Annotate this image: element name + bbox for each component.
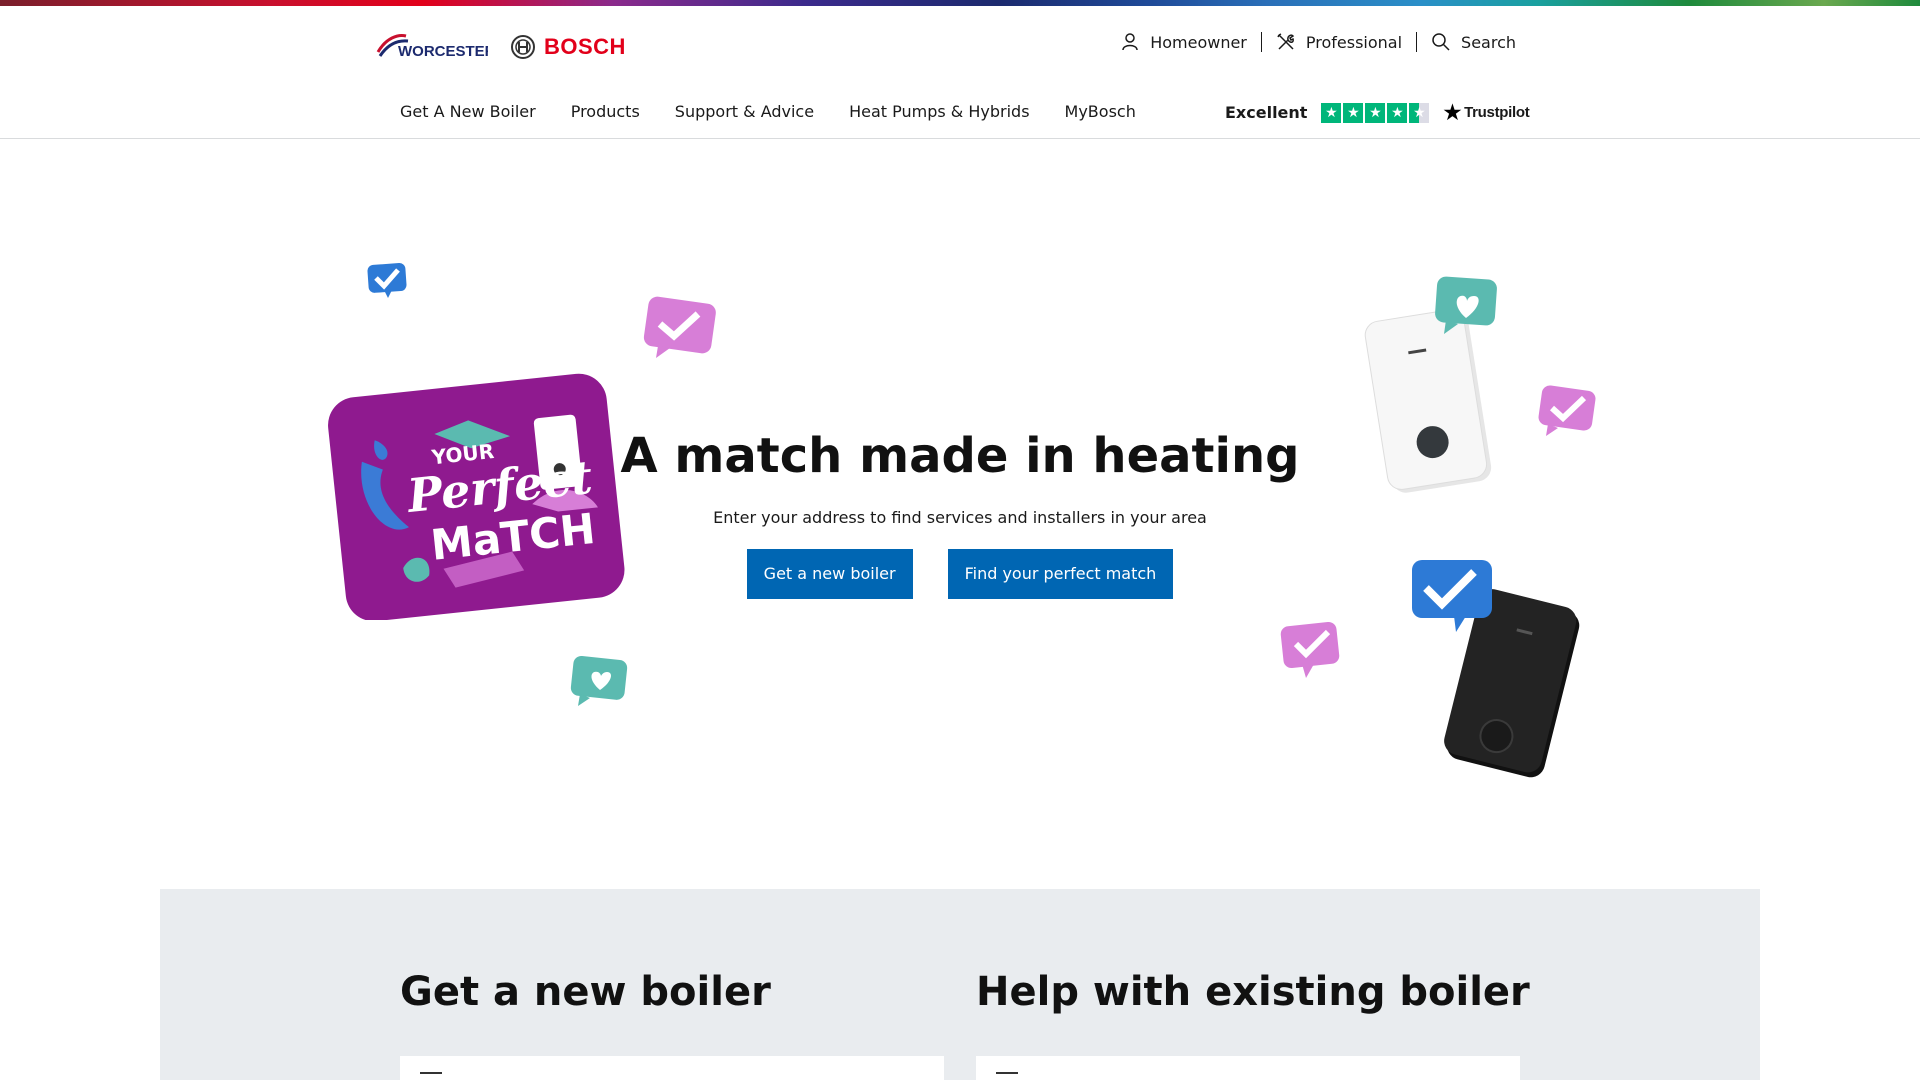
boiler-help-panel: Get a new boiler Help with existing boil… <box>160 889 1760 1080</box>
half-star-icon: ★ <box>1409 102 1430 123</box>
list-icon <box>996 1072 1018 1080</box>
bosch-armature-icon <box>511 35 535 59</box>
homeowner-label: Homeowner <box>1150 32 1247 52</box>
list-icon <box>420 1072 442 1080</box>
worcester-logo-icon: WORCESTER <box>376 34 496 60</box>
user-icon <box>1122 33 1138 51</box>
main-nav: Get A New Boiler Products Support & Advi… <box>400 102 1136 121</box>
bosch-logo[interactable]: BOSCH <box>510 32 628 62</box>
heart-bubble-icon <box>570 655 628 706</box>
find-perfect-match-button[interactable]: Find your perfect match <box>947 549 1174 599</box>
star-icon: ★ <box>1387 102 1408 123</box>
trustpilot-widget[interactable]: Excellent ★ ★ ★ ★ ★ ★ Trustpilot <box>1225 100 1530 125</box>
check-bubble-icon <box>1280 621 1340 678</box>
search-link[interactable]: Search <box>1431 32 1516 52</box>
tools-icon <box>1277 33 1295 50</box>
hero-subtitle: Enter your address to find services and … <box>713 508 1207 527</box>
check-bubble-icon <box>1538 385 1596 436</box>
worcester-wordmark: WORCESTER <box>398 43 488 60</box>
hero-title: A match made in heating <box>620 428 1300 484</box>
star-icon: ★ <box>1321 102 1342 123</box>
homeowner-link[interactable]: Homeowner <box>1120 32 1247 52</box>
utility-nav: Homeowner Professional Search <box>1120 32 1516 52</box>
utility-divider <box>1416 32 1418 52</box>
heart-bubble-icon <box>1435 276 1497 334</box>
hero-section: YOUR Perfect MaTCH A match made in heati… <box>0 140 1920 888</box>
check-bubble-icon <box>643 296 716 358</box>
new-boiler-card[interactable] <box>400 1056 944 1080</box>
trustpilot-logo: ★ Trustpilot <box>1443 100 1529 125</box>
check-bubble-icon <box>1412 560 1492 632</box>
new-boiler-heading: Get a new boiler <box>400 969 771 1015</box>
trustpilot-rating-text: Excellent <box>1225 103 1308 122</box>
search-label: Search <box>1461 32 1516 52</box>
hero-button-group: Get a new boiler Find your perfect match <box>0 549 1920 599</box>
existing-boiler-card[interactable] <box>976 1056 1520 1080</box>
trustpilot-wordmark: Trustpilot <box>1464 104 1530 121</box>
bosch-wordmark: BOSCH <box>544 34 626 59</box>
nav-item-support-advice[interactable]: Support & Advice <box>675 102 814 121</box>
search-icon <box>1432 33 1450 51</box>
worcester-logo[interactable]: WORCESTER <box>376 30 496 62</box>
utility-divider <box>1260 32 1262 52</box>
nav-item-heat-pumps-hybrids[interactable]: Heat Pumps & Hybrids <box>849 102 1029 121</box>
site-header: WORCESTER BOSCH Homeowner Professional S… <box>0 6 1920 139</box>
star-icon: ★ <box>1343 102 1364 123</box>
get-new-boiler-button[interactable]: Get a new boiler <box>746 549 913 599</box>
check-bubble-icon <box>367 263 407 298</box>
nav-item-products[interactable]: Products <box>571 102 640 121</box>
trustpilot-stars: ★ ★ ★ ★ ★ <box>1321 102 1430 123</box>
professional-label: Professional <box>1305 32 1403 52</box>
trustpilot-star-icon: ★ <box>1443 102 1462 124</box>
existing-boiler-heading: Help with existing boiler <box>976 969 1530 1015</box>
nav-item-mybosch[interactable]: MyBosch <box>1065 102 1136 121</box>
star-icon: ★ <box>1365 102 1386 123</box>
professional-link[interactable]: Professional <box>1276 32 1402 52</box>
nav-item-get-a-new-boiler[interactable]: Get A New Boiler <box>400 102 536 121</box>
